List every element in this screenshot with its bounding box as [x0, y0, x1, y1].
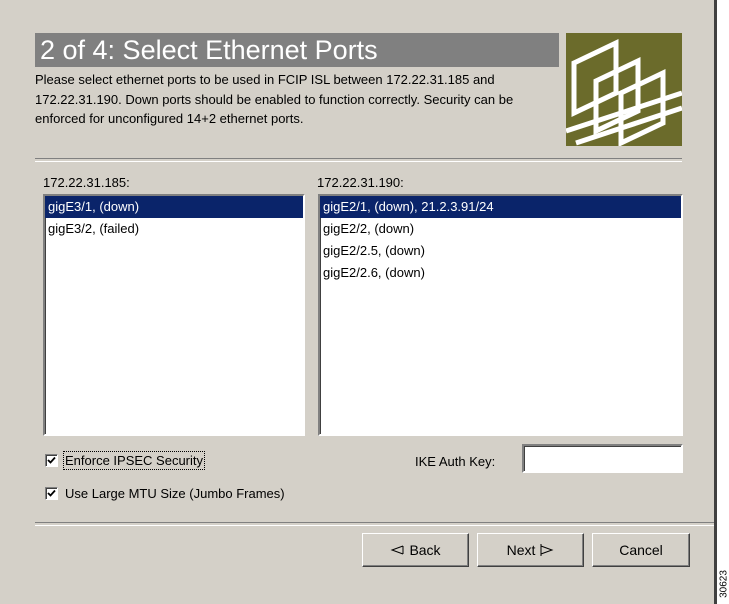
back-button-label: Back: [409, 542, 441, 558]
ipsec-security-option[interactable]: Enforce IPSEC Security: [45, 450, 205, 470]
page-title: 2 of 4: Select Ethernet Ports: [40, 35, 378, 65]
list-item[interactable]: gigE2/2.6, (down): [320, 262, 681, 284]
jumbo-frames-label[interactable]: Use Large MTU Size (Jumbo Frames): [65, 486, 285, 501]
left-switch-label: 172.22.31.185:: [43, 175, 130, 190]
checkmark-icon: [47, 489, 56, 497]
ipsec-checkbox[interactable]: [45, 453, 58, 467]
right-switch-label: 172.22.31.190:: [317, 175, 404, 190]
window-edge: [714, 0, 717, 604]
next-arrow-icon: [540, 544, 554, 556]
back-arrow-icon: [390, 545, 404, 555]
figure-id-text: 30623: [718, 570, 729, 598]
next-button[interactable]: Next: [477, 533, 584, 567]
next-button-label: Next: [506, 542, 536, 558]
header-separator: [35, 158, 682, 162]
left-port-list[interactable]: gigE3/1, (down) gigE3/2, (failed): [43, 194, 305, 436]
ike-auth-key-label: IKE Auth Key:: [415, 454, 496, 469]
jumbo-frames-option[interactable]: Use Large MTU Size (Jumbo Frames): [45, 484, 285, 502]
list-item[interactable]: gigE2/1, (down), 21.2.3.91/24: [320, 196, 681, 218]
list-item[interactable]: gigE3/1, (down): [45, 196, 303, 218]
checkmark-icon: [47, 456, 56, 464]
ike-auth-key-field[interactable]: [522, 444, 683, 473]
back-button[interactable]: Back: [362, 533, 469, 567]
cancel-button[interactable]: Cancel: [592, 533, 690, 567]
wizard-description: Please select ethernet ports to be used …: [35, 72, 514, 126]
list-item[interactable]: gigE3/2, (failed): [45, 218, 303, 240]
list-item[interactable]: gigE2/2.5, (down): [320, 240, 681, 262]
cancel-button-label: Cancel: [619, 542, 663, 558]
figure-id: 30623: [718, 566, 729, 602]
network-module-logo: [566, 33, 682, 146]
right-port-list[interactable]: gigE2/1, (down), 21.2.3.91/24 gigE2/2, (…: [318, 194, 683, 436]
ipsec-checkbox-label[interactable]: Enforce IPSEC Security: [63, 450, 205, 470]
list-item[interactable]: gigE2/2, (down): [320, 218, 681, 240]
footer-separator: [35, 522, 714, 526]
jumbo-frames-checkbox[interactable]: [45, 486, 58, 500]
